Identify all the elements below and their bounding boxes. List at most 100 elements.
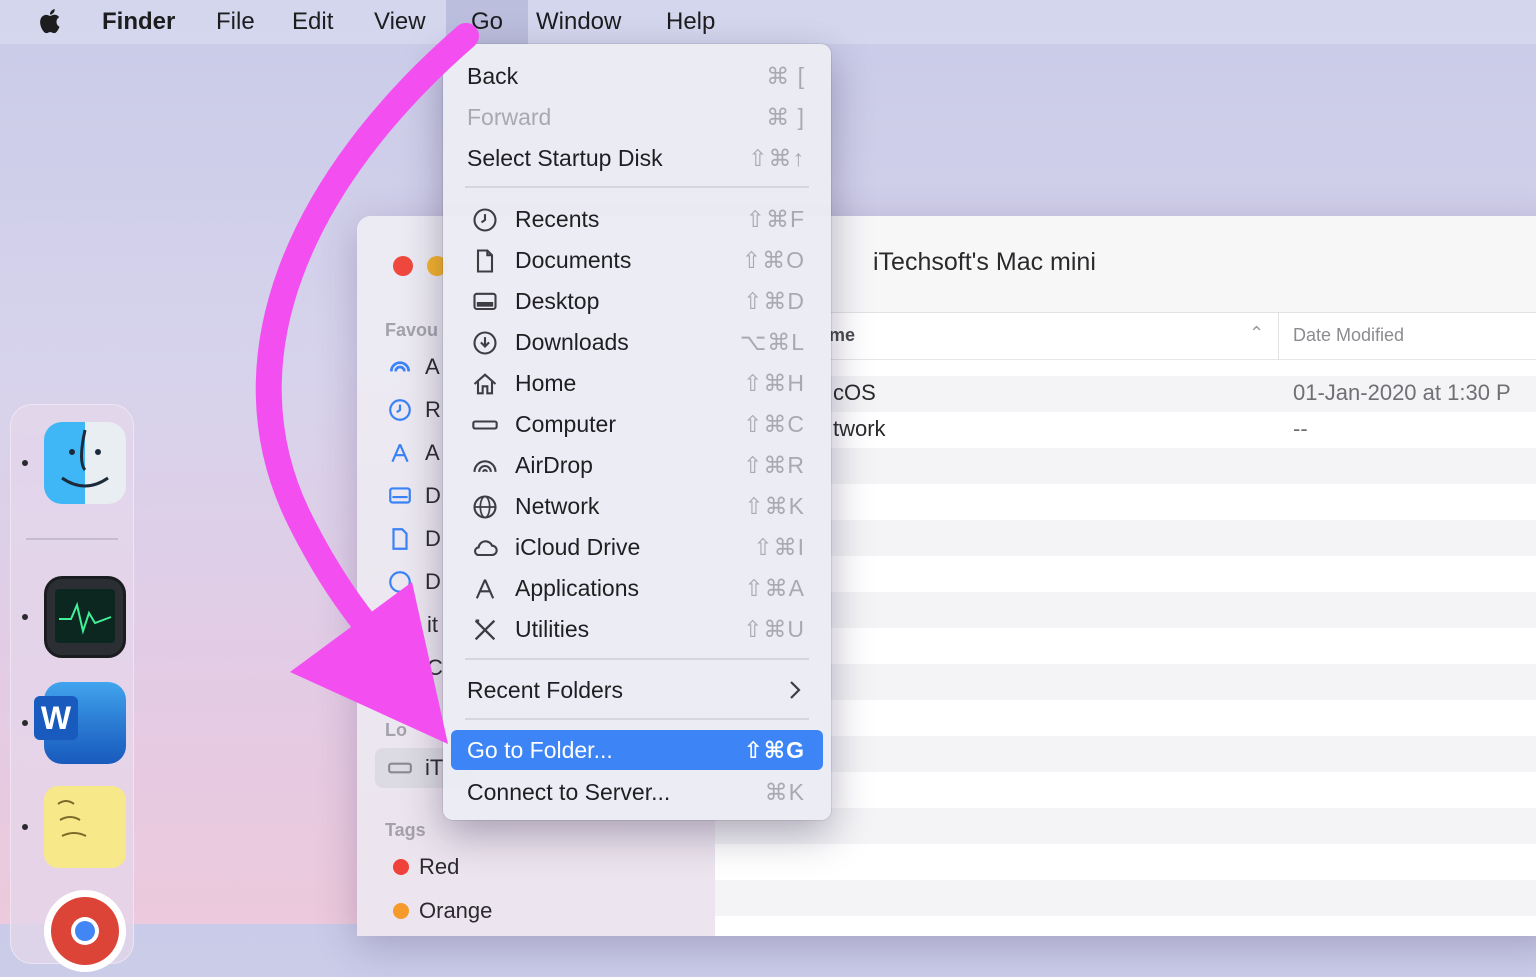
sidebar-tag-orange[interactable]: Orange bbox=[393, 898, 492, 924]
empty-row bbox=[715, 772, 1536, 808]
dock-divider bbox=[26, 538, 118, 540]
empty-row bbox=[715, 880, 1536, 916]
dock: W bbox=[10, 404, 134, 972]
menu-item-icloud-drive[interactable]: iCloud Drive ⇧⌘I bbox=[451, 527, 823, 567]
empty-row bbox=[715, 844, 1536, 880]
file-list: cOS 01-Jan-2020 at 1:30 P twork -- bbox=[715, 376, 1536, 936]
go-menu-dropdown: Back ⌘ [ Forward ⌘ ] Select Startup Disk… bbox=[443, 44, 831, 820]
dock-running-indicator bbox=[22, 824, 28, 830]
home-icon bbox=[473, 373, 497, 395]
clock-icon bbox=[473, 208, 497, 232]
sidebar-heading-favourites: Favou bbox=[385, 320, 439, 340]
sidebar-item-creative[interactable]: C bbox=[427, 655, 443, 681]
sort-chevron-up-icon[interactable]: ⌃ bbox=[1249, 323, 1264, 344]
sidebar-item-downloads[interactable]: D bbox=[387, 569, 441, 595]
sidebar-item-applications[interactable]: A bbox=[387, 440, 440, 466]
menu-item-forward: Forward ⌘ ] bbox=[467, 104, 805, 130]
menu-item-applications[interactable]: Applications ⇧⌘A bbox=[451, 568, 823, 608]
menu-item-recent-folders[interactable]: Recent Folders bbox=[451, 670, 823, 710]
sidebar-item-desktop[interactable]: D bbox=[387, 483, 441, 509]
menu-item-documents[interactable]: Documents ⇧⌘O bbox=[451, 240, 823, 280]
menu-item-go-to-folder[interactable]: Go to Folder... ⇧⌘G bbox=[451, 730, 823, 770]
window-title: iTechsoft's Mac mini bbox=[873, 248, 1096, 276]
document-icon bbox=[392, 528, 408, 550]
stickies-dock-icon[interactable] bbox=[44, 786, 126, 868]
document-icon bbox=[476, 249, 494, 273]
download-icon bbox=[473, 331, 497, 355]
empty-row bbox=[715, 484, 1536, 520]
menu-window[interactable]: Window bbox=[526, 7, 631, 37]
date-modified-column-header[interactable]: Date Modified bbox=[1293, 325, 1404, 346]
empty-row bbox=[715, 592, 1536, 628]
menu-item-select-startup-disk[interactable]: Select Startup Disk ⇧⌘↑ bbox=[451, 138, 823, 178]
computer-icon bbox=[472, 420, 498, 430]
applications-icon bbox=[475, 579, 495, 599]
apple-logo-icon[interactable] bbox=[36, 6, 66, 36]
airdrop-icon bbox=[389, 361, 411, 372]
desktop-icon bbox=[389, 487, 411, 504]
finder-dock-icon[interactable] bbox=[44, 422, 126, 504]
name-column-header[interactable]: me bbox=[829, 325, 855, 346]
sidebar-item-folder[interactable]: it bbox=[427, 612, 438, 638]
menu-edit[interactable]: Edit bbox=[282, 7, 343, 37]
sidebar-tag-red[interactable]: Red bbox=[393, 854, 459, 880]
empty-row bbox=[715, 520, 1536, 556]
menu-item-network[interactable]: Network ⇧⌘K bbox=[451, 486, 823, 526]
sidebar-heading-tags: Tags bbox=[385, 820, 426, 840]
menu-separator bbox=[465, 718, 809, 720]
orange-tag-dot bbox=[393, 903, 409, 919]
table-row[interactable]: cOS 01-Jan-2020 at 1:30 P bbox=[715, 376, 1536, 412]
menu-item-computer[interactable]: Computer ⇧⌘C bbox=[451, 404, 823, 444]
close-window-button[interactable] bbox=[393, 256, 413, 276]
menu-item-desktop[interactable]: Desktop ⇧⌘D bbox=[451, 281, 823, 321]
column-divider bbox=[1278, 313, 1279, 359]
empty-row bbox=[715, 916, 1536, 936]
activity-monitor-dock-icon[interactable] bbox=[44, 576, 126, 658]
empty-row bbox=[715, 628, 1536, 664]
chevron-right-icon bbox=[790, 681, 801, 699]
empty-row bbox=[715, 448, 1536, 484]
dock-running-indicator bbox=[22, 614, 28, 620]
word-dock-icon[interactable]: W bbox=[34, 682, 126, 764]
menu-help[interactable]: Help bbox=[656, 7, 725, 37]
menu-bar: Finder File Edit View Go Window Help bbox=[0, 0, 1536, 44]
empty-row bbox=[715, 700, 1536, 736]
table-row[interactable]: twork -- bbox=[715, 412, 1536, 448]
finder-toolbar: iTechsoft's Mac mini bbox=[715, 216, 1536, 313]
sidebar-item-recents[interactable]: R bbox=[387, 397, 441, 423]
desktop-icon bbox=[473, 292, 497, 311]
chrome-dock-icon[interactable] bbox=[44, 890, 126, 972]
dock-running-indicator bbox=[22, 460, 28, 466]
cloud-icon bbox=[474, 540, 498, 557]
column-header: me ⌃ Date Modified bbox=[715, 313, 1536, 360]
computer-icon bbox=[388, 762, 412, 774]
menu-item-recents[interactable]: Recents ⇧⌘F bbox=[451, 199, 823, 239]
menu-item-utilities[interactable]: Utilities ⇧⌘U bbox=[451, 609, 823, 649]
menu-finder[interactable]: Finder bbox=[92, 7, 185, 37]
menu-item-back[interactable]: Back ⌘ [ bbox=[451, 56, 823, 96]
empty-row bbox=[715, 664, 1536, 700]
sidebar-heading-locations: Lo bbox=[385, 720, 407, 740]
utilities-icon bbox=[474, 619, 496, 641]
empty-row bbox=[715, 556, 1536, 592]
menu-item-home[interactable]: Home ⇧⌘H bbox=[451, 363, 823, 403]
dock-running-indicator bbox=[22, 720, 28, 726]
clock-icon bbox=[389, 399, 411, 421]
applications-icon bbox=[391, 443, 409, 463]
menu-separator bbox=[465, 658, 809, 660]
menu-separator bbox=[465, 186, 809, 188]
empty-row bbox=[715, 736, 1536, 772]
network-icon bbox=[473, 495, 497, 519]
empty-row bbox=[715, 808, 1536, 844]
menu-item-downloads[interactable]: Downloads ⌥⌘L bbox=[451, 322, 823, 362]
sidebar-item-documents[interactable]: D bbox=[387, 526, 441, 552]
menu-item-connect-to-server[interactable]: Connect to Server... ⌘K bbox=[451, 772, 823, 812]
menu-go[interactable]: Go bbox=[446, 0, 528, 44]
download-icon bbox=[389, 571, 411, 593]
red-tag-dot bbox=[393, 859, 409, 875]
airdrop-icon bbox=[473, 460, 497, 473]
menu-file[interactable]: File bbox=[206, 7, 265, 37]
sidebar-item-airdrop[interactable]: A bbox=[387, 354, 440, 380]
menu-item-airdrop[interactable]: AirDrop ⇧⌘R bbox=[451, 445, 823, 485]
menu-view[interactable]: View bbox=[364, 7, 436, 37]
